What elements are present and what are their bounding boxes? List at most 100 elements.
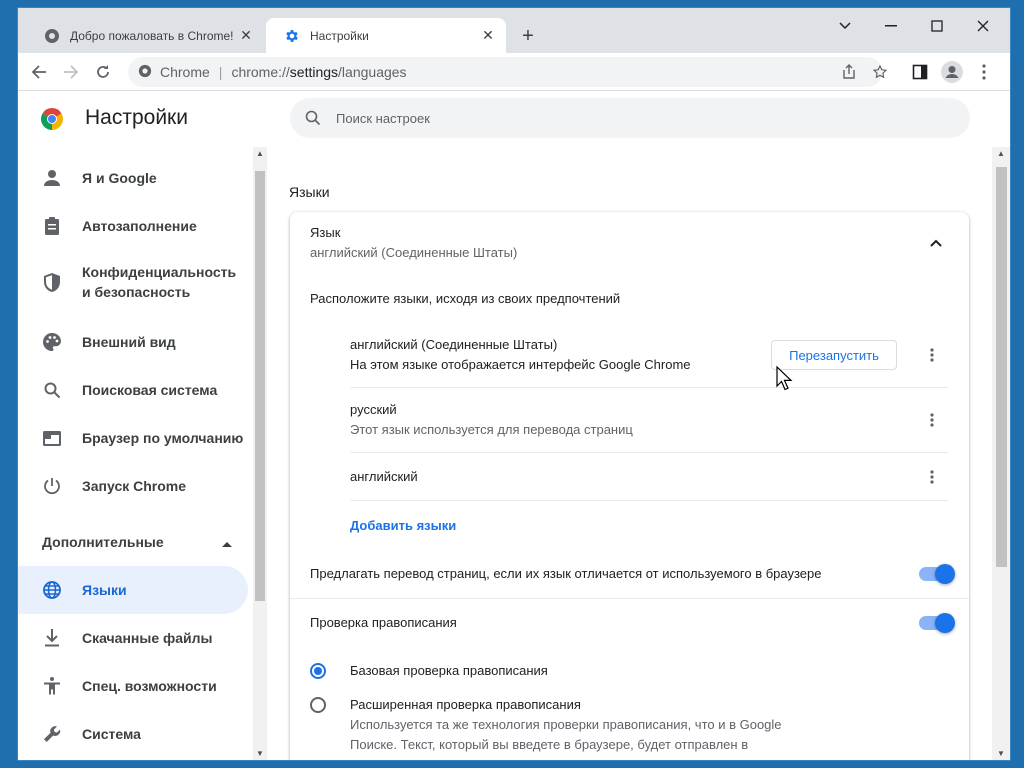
browser-icon bbox=[40, 426, 64, 450]
tab-settings[interactable]: Настройки ✕ bbox=[266, 18, 506, 53]
language-name: английский bbox=[350, 469, 418, 484]
close-window-button[interactable] bbox=[960, 12, 1006, 40]
sidebar-item-search-engine[interactable]: Поисковая система bbox=[18, 374, 248, 406]
section-title: Языки bbox=[289, 184, 330, 200]
divider bbox=[350, 452, 948, 453]
search-icon bbox=[40, 378, 64, 402]
sidebar-item-languages[interactable]: Языки bbox=[18, 566, 248, 614]
sidebar-item-label: Система bbox=[82, 726, 141, 742]
sidebar-item-accessibility[interactable]: Спец. возможности bbox=[18, 670, 248, 702]
sidebar-item-on-startup[interactable]: Запуск Chrome bbox=[18, 470, 248, 502]
site-label: Chrome bbox=[160, 64, 210, 80]
language-header-value: английский (Соединенные Штаты) bbox=[310, 245, 518, 260]
sidebar-item-label: Браузер по умолчанию bbox=[82, 430, 244, 446]
scroll-up-arrow-icon[interactable]: ▲ bbox=[997, 149, 1005, 158]
language-menu-kebab-icon[interactable] bbox=[920, 465, 944, 489]
wrench-icon bbox=[40, 722, 64, 746]
mouse-cursor-icon bbox=[776, 365, 794, 392]
forward-button[interactable] bbox=[58, 59, 84, 85]
url-host: settings bbox=[289, 64, 339, 80]
url-separator: | bbox=[218, 64, 223, 80]
page-title: Настройки bbox=[85, 106, 188, 129]
bookmark-star-icon[interactable] bbox=[867, 59, 893, 85]
share-icon[interactable] bbox=[836, 59, 862, 85]
sidebar-item-default-browser[interactable]: Браузер по умолчанию bbox=[18, 422, 248, 454]
sidebar-item-autofill[interactable]: Автозаполнение bbox=[18, 210, 248, 242]
divider bbox=[350, 387, 948, 388]
language-desc: На этом языке отображается интерфейс Goo… bbox=[350, 357, 691, 372]
globe-icon bbox=[40, 578, 64, 602]
language-menu-kebab-icon[interactable] bbox=[920, 343, 944, 367]
tab-title: Добро пожаловать в Chrome! bbox=[70, 28, 234, 43]
sidebar-advanced-toggle[interactable]: Дополнительные bbox=[42, 534, 232, 550]
menu-kebab-icon[interactable] bbox=[971, 59, 997, 85]
sidebar-item-system[interactable]: Система bbox=[18, 718, 248, 750]
side-panel-icon[interactable] bbox=[907, 59, 933, 85]
reload-button[interactable] bbox=[90, 59, 116, 85]
scroll-down-arrow-icon[interactable]: ▼ bbox=[256, 749, 264, 758]
spell-enhanced-desc: Поиске. Текст, который вы введете в брау… bbox=[350, 737, 749, 752]
sidebar-item-label: Запуск Chrome bbox=[82, 478, 187, 494]
language-header-title: Язык bbox=[310, 225, 341, 240]
sidebar-scroll-thumb[interactable] bbox=[255, 171, 265, 601]
sidebar-item-you-and-google[interactable]: Я и Google bbox=[18, 162, 248, 194]
scroll-up-arrow-icon[interactable]: ▲ bbox=[256, 149, 264, 158]
settings-header: Настройки Поиск настроек bbox=[18, 91, 1010, 147]
languages-card: Язык английский (Соединенные Штаты) Расп… bbox=[290, 212, 969, 760]
sidebar-item-label: Поисковая система bbox=[82, 382, 218, 398]
scroll-down-arrow-icon[interactable]: ▼ bbox=[997, 749, 1005, 758]
language-name: английский (Соединенные Штаты) bbox=[350, 337, 558, 352]
settings-search-input[interactable]: Поиск настроек bbox=[290, 98, 970, 138]
offer-translate-label: Предлагать перевод страниц, если их язык… bbox=[310, 566, 822, 581]
spell-enhanced-desc: Используется та же технология проверки п… bbox=[350, 717, 782, 732]
profile-avatar-icon[interactable] bbox=[939, 59, 965, 85]
back-button[interactable] bbox=[26, 59, 52, 85]
divider bbox=[350, 500, 948, 501]
power-icon bbox=[40, 474, 64, 498]
close-icon[interactable]: ✕ bbox=[238, 27, 254, 44]
minimize-button[interactable] bbox=[868, 12, 914, 40]
sidebar-item-label: Языки bbox=[82, 582, 127, 598]
offer-translate-toggle[interactable] bbox=[919, 564, 955, 584]
maximize-button[interactable] bbox=[914, 12, 960, 40]
sidebar-item-label: Спец. возможности bbox=[82, 678, 217, 694]
caret-up-icon bbox=[222, 534, 232, 550]
address-bar[interactable]: Chrome | chrome://settings/languages bbox=[128, 57, 882, 87]
sidebar-item-label: Автозаполнение bbox=[82, 218, 197, 234]
tab-title: Настройки bbox=[310, 28, 369, 43]
sidebar: Я и Google Автозаполнение Конфиденциальн… bbox=[18, 147, 268, 760]
sidebar-item-label: Я и Google bbox=[82, 170, 157, 186]
tab-strip: Добро пожаловать в Chrome! ✕ Настройки ✕… bbox=[18, 8, 1010, 53]
download-icon bbox=[40, 626, 64, 650]
chrome-favicon-icon bbox=[44, 28, 60, 44]
spell-enhanced-label: Расширенная проверка правописания bbox=[350, 697, 581, 712]
spell-basic-radio[interactable] bbox=[310, 663, 326, 679]
add-languages-link[interactable]: Добавить языки bbox=[350, 518, 456, 533]
main-scrollbar[interactable]: ▲ ▼ bbox=[992, 147, 1010, 760]
search-placeholder: Поиск настроек bbox=[336, 110, 430, 126]
sidebar-item-appearance[interactable]: Внешний вид bbox=[18, 326, 248, 358]
url-text: chrome://settings/languages bbox=[231, 64, 406, 80]
sidebar-item-downloads[interactable]: Скачанные файлы bbox=[18, 622, 248, 654]
shield-icon bbox=[40, 270, 64, 294]
spellcheck-label: Проверка правописания bbox=[310, 615, 457, 630]
collapse-chevron-icon[interactable] bbox=[930, 234, 942, 252]
language-menu-kebab-icon[interactable] bbox=[920, 408, 944, 432]
close-icon[interactable]: ✕ bbox=[480, 27, 496, 44]
clipboard-icon bbox=[40, 214, 64, 238]
tab-search-chevron-icon[interactable] bbox=[822, 12, 868, 40]
divider bbox=[290, 598, 969, 599]
main-content: Языки Язык английский (Соединенные Штаты… bbox=[270, 147, 992, 760]
new-tab-button[interactable]: + bbox=[516, 24, 540, 48]
tab-welcome[interactable]: Добро пожаловать в Chrome! ✕ bbox=[26, 18, 264, 53]
spell-enhanced-radio[interactable] bbox=[310, 697, 326, 713]
sidebar-scrollbar[interactable]: ▲ ▼ bbox=[253, 147, 267, 760]
main-scroll-thumb[interactable] bbox=[996, 167, 1007, 567]
sidebar-item-privacy[interactable]: Конфиденциальность и безопасность bbox=[18, 258, 248, 306]
spellcheck-toggle[interactable] bbox=[919, 613, 955, 633]
search-icon bbox=[304, 109, 322, 127]
sidebar-item-label: Скачанные файлы bbox=[82, 630, 213, 646]
sidebar-item-label: Внешний вид bbox=[82, 334, 176, 350]
palette-icon bbox=[40, 330, 64, 354]
language-name: русский bbox=[350, 402, 397, 417]
